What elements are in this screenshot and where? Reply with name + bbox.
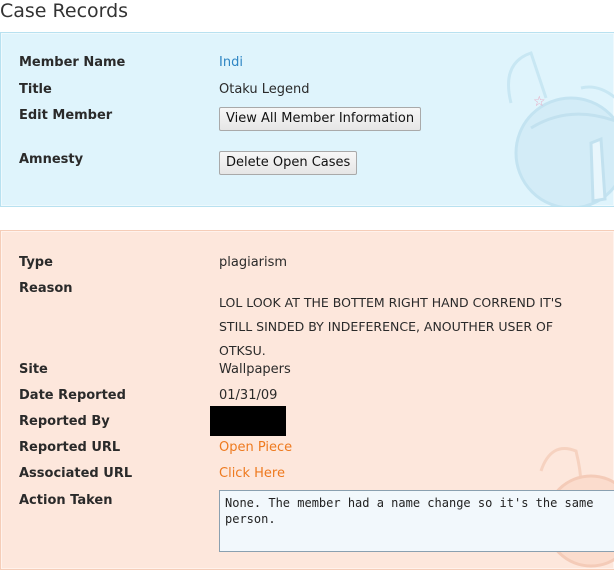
date-reported-label: Date Reported	[19, 388, 126, 403]
member-info-panel: ☆ Member Name Indi Title Otaku Legend Ed…	[0, 32, 614, 207]
member-name-link[interactable]: Indi	[219, 55, 243, 70]
mascot-watermark-icon: ☆	[507, 51, 614, 206]
reported-url-label: Reported URL	[19, 440, 121, 455]
site-label: Site	[19, 362, 48, 377]
delete-open-cases-button[interactable]: Delete Open Cases	[219, 151, 358, 175]
amnesty-label: Amnesty	[19, 152, 84, 167]
reported-url-link[interactable]: Open Piece	[219, 440, 292, 455]
associated-url-label: Associated URL	[19, 466, 133, 481]
site-value: Wallpapers	[219, 362, 291, 377]
page-title: Case Records	[0, 0, 129, 22]
type-value: plagiarism	[219, 255, 288, 270]
svg-text:☆: ☆	[533, 94, 546, 110]
action-taken-label: Action Taken	[19, 493, 113, 508]
case-details-panel: Type plagiarism Reason LOL LOOK AT THE B…	[0, 230, 614, 570]
type-label: Type	[19, 255, 53, 270]
redacted-reporter	[210, 406, 286, 436]
reason-label: Reason	[19, 281, 73, 296]
member-name-label: Member Name	[19, 55, 126, 70]
reason-value: LOL LOOK AT THE BOTTEM RIGHT HAND CORREN…	[219, 295, 563, 358]
title-value: Otaku Legend	[219, 82, 310, 97]
title-label: Title	[19, 82, 52, 97]
edit-member-label: Edit Member	[19, 108, 113, 123]
action-taken-textarea[interactable]: None. The member had a name change so it…	[219, 490, 614, 552]
date-reported-value: 01/31/09	[219, 388, 278, 403]
associated-url-link[interactable]: Click Here	[219, 466, 285, 481]
reported-by-label: Reported By	[19, 414, 110, 429]
view-all-member-info-button[interactable]: View All Member Information	[219, 107, 422, 131]
